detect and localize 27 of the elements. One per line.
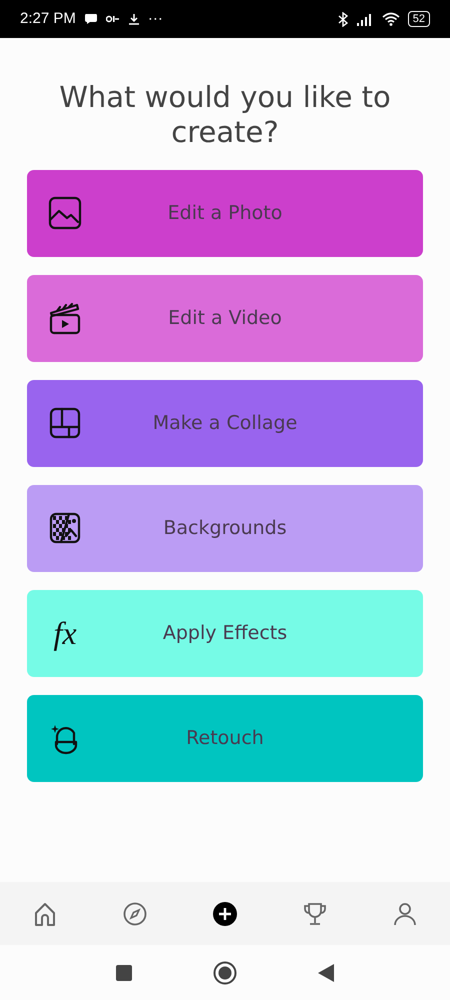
home-button-icon[interactable]	[213, 960, 237, 984]
effects-icon: fx	[47, 617, 83, 650]
home-icon[interactable]	[32, 900, 58, 926]
create-option-button[interactable]: Make a Collage	[27, 380, 423, 467]
trophy-icon[interactable]	[302, 900, 328, 926]
bluetooth-icon	[338, 12, 348, 26]
notification-icon	[106, 15, 120, 23]
create-option-button[interactable]: fx Apply Effects	[27, 590, 423, 677]
page-title: What would you like to create?	[58, 80, 392, 150]
battery-level: 52	[408, 11, 430, 27]
compass-icon[interactable]	[122, 900, 148, 926]
create-option-button[interactable]: Edit a Photo	[27, 170, 423, 257]
clock-time: 2:27 PM	[20, 8, 76, 29]
recents-icon[interactable]	[115, 964, 133, 982]
clapperboard-icon	[47, 300, 83, 336]
back-icon[interactable]	[317, 962, 335, 982]
create-option-button[interactable]: Retouch	[27, 694, 423, 782]
download-icon	[128, 13, 140, 25]
profile-icon[interactable]	[392, 900, 418, 926]
chat-icon	[84, 13, 98, 25]
add-icon[interactable]	[212, 900, 238, 926]
more-notifications-text: ···	[148, 8, 163, 29]
create-option-button[interactable]: Backgrounds	[27, 484, 423, 572]
signal-icon	[356, 12, 374, 26]
image-icon	[47, 195, 83, 232]
create-option-button[interactable]: Edit a Video	[27, 274, 423, 362]
wifi-icon	[382, 12, 400, 26]
